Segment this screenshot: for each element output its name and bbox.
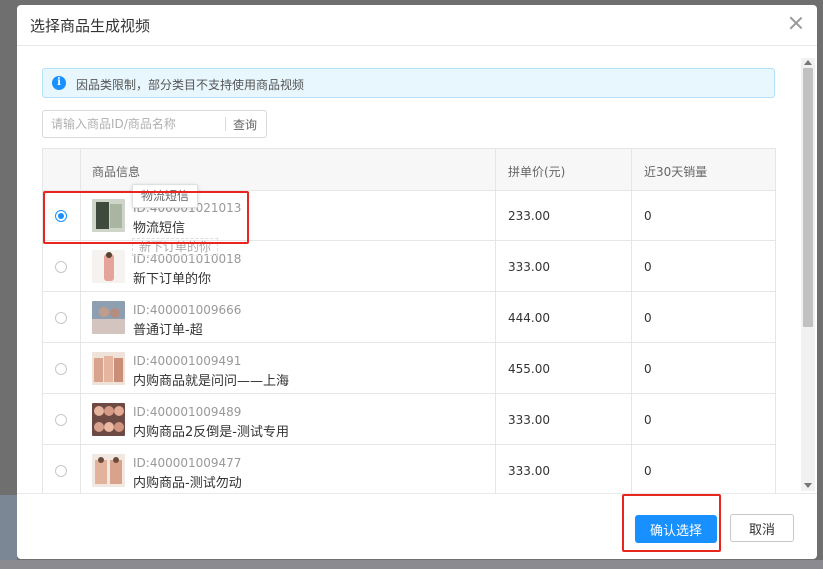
product-price: 455.00 [508, 362, 550, 376]
dialog-scrollbar[interactable] [801, 58, 815, 491]
info-icon: i [52, 76, 66, 90]
product-thumbnail [92, 403, 125, 436]
column-header-sales: 近30天销量 [644, 165, 708, 179]
product-thumbnail [92, 199, 125, 232]
product-name: 内购商品2反倒是-测试专用 [133, 425, 289, 440]
select-product-dialog: 选择商品生成视频 i 因品类限制，部分类目不支持使用商品视频 查询 商品信息 拼… [17, 5, 817, 559]
confirm-selection-button[interactable]: 确认选择 [635, 515, 717, 543]
product-price: 444.00 [508, 311, 550, 325]
notice-text: 因品类限制，部分类目不支持使用商品视频 [76, 78, 305, 92]
search-divider [225, 117, 226, 131]
row-radio[interactable] [55, 261, 67, 273]
product-thumbnail [92, 250, 125, 283]
product-name-tooltip: 物流短信 [132, 184, 199, 208]
column-header-info: 商品信息 [92, 165, 141, 179]
product-id: ID:400001009491 [133, 354, 242, 368]
product-thumbnail [92, 352, 125, 385]
dialog-footer: 确认选择 取消 [17, 493, 817, 559]
row-radio[interactable] [55, 465, 67, 477]
background-page-fragment [0, 495, 17, 569]
product-sales: 0 [644, 209, 652, 223]
notice-banner: i 因品类限制，部分类目不支持使用商品视频 [42, 68, 775, 98]
product-name: 物流短信 [133, 221, 186, 236]
product-price: 333.00 [508, 260, 550, 274]
table-row[interactable]: ID:400001009491 内购商品就是问问——上海 455.00 0 [43, 343, 775, 394]
background-page-strip [0, 560, 823, 569]
row-radio[interactable] [55, 312, 67, 324]
scroll-up-icon[interactable] [804, 60, 812, 65]
table-row[interactable]: ID:400001009489 内购商品2反倒是-测试专用 333.00 0 [43, 394, 775, 445]
dialog-header: 选择商品生成视频 [17, 5, 817, 46]
row-radio[interactable] [55, 210, 67, 222]
product-name: 新下订单的你 [133, 272, 212, 287]
close-icon[interactable] [789, 16, 803, 30]
product-price: 333.00 [508, 464, 550, 478]
row-radio[interactable] [55, 363, 67, 375]
product-id: ID:400001009477 [133, 456, 242, 470]
product-thumbnail [92, 454, 125, 487]
drag-ghost-label: 新下订单的你 [132, 238, 219, 256]
product-sales: 0 [644, 413, 652, 427]
product-sales: 0 [644, 464, 652, 478]
product-name: 内购商品就是问问——上海 [133, 374, 290, 389]
product-name: 普通订单-超 [133, 323, 203, 338]
product-thumbnail [92, 301, 125, 334]
dialog-title: 选择商品生成视频 [30, 17, 151, 35]
product-id: ID:400001009666 [133, 303, 242, 317]
product-price: 333.00 [508, 413, 550, 427]
product-sales: 0 [644, 260, 652, 274]
product-sales: 0 [644, 362, 652, 376]
scroll-down-icon[interactable] [804, 483, 812, 488]
product-id: ID:400001009489 [133, 405, 242, 419]
cancel-button[interactable]: 取消 [730, 514, 794, 542]
product-name: 内购商品-测试勿动 [133, 476, 242, 491]
scroll-thumb[interactable] [803, 68, 813, 327]
row-radio[interactable] [55, 414, 67, 426]
search-input[interactable] [43, 111, 225, 137]
dialog-body: i 因品类限制，部分类目不支持使用商品视频 查询 商品信息 拼单价(元) 近30… [17, 46, 817, 493]
table-row[interactable]: ID:400001009477 内购商品-测试勿动 333.00 0 [43, 445, 775, 493]
column-header-price: 拼单价(元) [508, 165, 566, 179]
product-sales: 0 [644, 311, 652, 325]
table-row[interactable]: ID:400001009666 普通订单-超 444.00 0 [43, 292, 775, 343]
product-price: 233.00 [508, 209, 550, 223]
search-button[interactable]: 查询 [233, 116, 257, 133]
search-box: 查询 [42, 110, 267, 138]
